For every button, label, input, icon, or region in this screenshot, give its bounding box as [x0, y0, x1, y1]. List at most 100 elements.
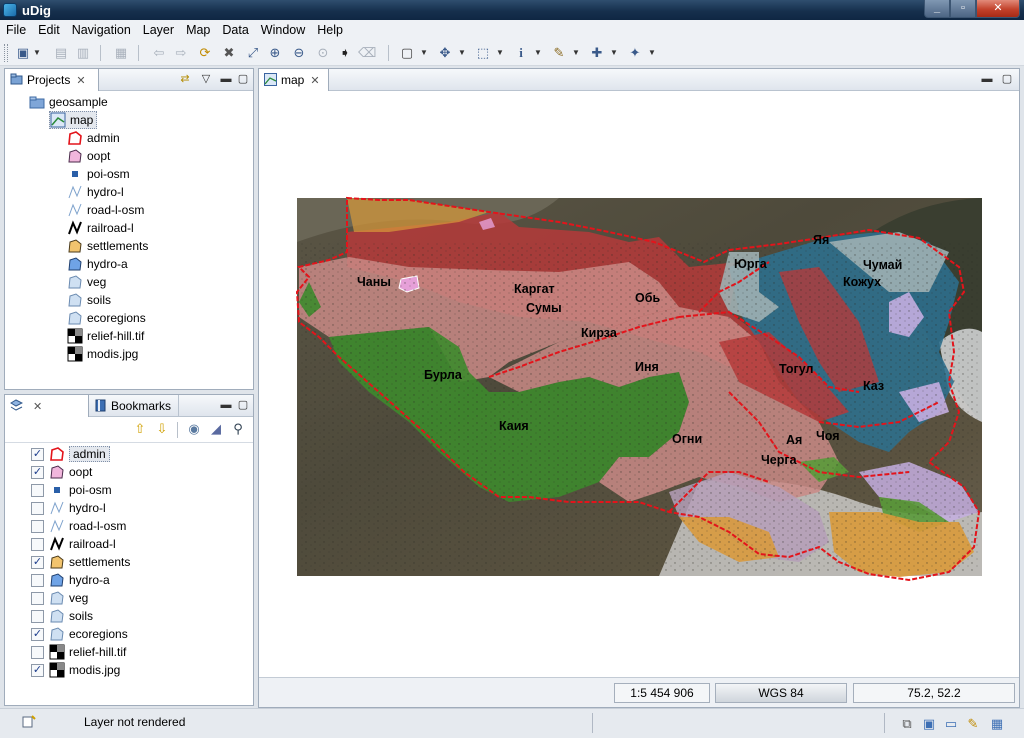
- ruler-icon[interactable]: ◢: [207, 420, 225, 438]
- minimize-view-icon[interactable]: ▬: [220, 72, 232, 86]
- project-layer-item[interactable]: relief-hill.tif: [67, 327, 144, 345]
- layer-row[interactable]: road-l-osm: [31, 517, 126, 535]
- tab-layers[interactable]: ✕: [5, 395, 89, 417]
- map-node[interactable]: map: [49, 111, 98, 129]
- zoom-selection-icon[interactable]: ⊙: [314, 44, 332, 62]
- project-layer-item[interactable]: modis.jpg: [67, 345, 138, 363]
- layer-visibility-checkbox[interactable]: ✓: [31, 663, 44, 677]
- project-layer-item[interactable]: road-l-osm: [67, 201, 144, 219]
- layer-row[interactable]: ✓ settlements: [31, 553, 130, 571]
- map-canvas[interactable]: Чаны Каргат Сумы Обь Кирза Юрга Яя Чумай Кожух Бу…: [259, 92, 1019, 678]
- menu-data[interactable]: Data: [216, 20, 254, 40]
- tab-bookmarks[interactable]: Bookmarks: [89, 395, 179, 417]
- layer-visibility-checkbox[interactable]: [31, 483, 44, 497]
- zoom-extent-icon[interactable]: ⤢: [244, 44, 262, 62]
- menu-file[interactable]: File: [0, 20, 32, 40]
- maximize-view-icon[interactable]: ▢: [237, 72, 249, 86]
- minimize-button[interactable]: _: [924, 0, 950, 18]
- project-layer-item[interactable]: hydro-a: [67, 255, 128, 273]
- clear-icon[interactable]: ⌫: [358, 44, 376, 62]
- project-layer-item[interactable]: railroad-l: [67, 219, 134, 237]
- project-layer-item[interactable]: ecoregions: [67, 309, 146, 327]
- selection-tool-icon[interactable]: ⬚: [474, 44, 492, 62]
- crs-button[interactable]: WGS 84: [715, 683, 847, 703]
- move-down-icon[interactable]: ⇩: [153, 420, 171, 438]
- create-feature-icon[interactable]: ✚: [588, 44, 606, 62]
- layer-visibility-checkbox[interactable]: [31, 573, 44, 587]
- table-icon[interactable]: ▦: [988, 715, 1006, 733]
- info-tool-icon[interactable]: i: [512, 44, 530, 62]
- close-icon[interactable]: ✕: [76, 75, 85, 87]
- layer-visibility-checkbox[interactable]: [31, 609, 44, 623]
- scale-field[interactable]: 1:5 454 906: [614, 683, 710, 703]
- menu-navigation[interactable]: Navigation: [66, 20, 137, 40]
- layer-row[interactable]: ✓ oopt: [31, 463, 92, 481]
- link-icon[interactable]: ⇄: [179, 72, 191, 86]
- layer-row[interactable]: ✓ modis.jpg: [31, 661, 120, 679]
- close-icon[interactable]: ✕: [310, 75, 319, 87]
- maximize-view-icon[interactable]: ▢: [237, 398, 249, 412]
- layer-row[interactable]: ✓ admin: [31, 445, 110, 463]
- catalog-icon[interactable]: ▣: [920, 715, 938, 733]
- pan-tool-icon[interactable]: ✥: [436, 44, 454, 62]
- layer-row[interactable]: relief-hill.tif: [31, 643, 126, 661]
- project-layer-item[interactable]: settlements: [67, 237, 148, 255]
- zoom-out-icon[interactable]: ⊖: [290, 44, 308, 62]
- stop-icon[interactable]: ✖: [220, 44, 238, 62]
- new-icon[interactable]: ▣: [14, 44, 32, 62]
- layer-row[interactable]: poi-osm: [31, 481, 112, 499]
- menu-help[interactable]: Help: [311, 20, 349, 40]
- menu-map[interactable]: Map: [180, 20, 216, 40]
- close-window-button[interactable]: ✕: [976, 0, 1020, 18]
- tool-icon[interactable]: ✎: [964, 715, 982, 733]
- layer-row[interactable]: hydro-l: [31, 499, 106, 517]
- properties-icon[interactable]: ⚲: [229, 420, 247, 438]
- back-icon[interactable]: ⇦: [150, 44, 168, 62]
- maximize-view-icon[interactable]: ▢: [1001, 72, 1013, 86]
- move-up-icon[interactable]: ⇧: [131, 420, 149, 438]
- tab-map[interactable]: map ✕: [259, 69, 329, 91]
- refresh-icon[interactable]: ⟳: [196, 44, 214, 62]
- close-icon[interactable]: ✕: [33, 401, 42, 413]
- layer-visibility-checkbox[interactable]: [31, 537, 44, 551]
- project-layer-item[interactable]: soils: [67, 291, 111, 309]
- project-layer-item[interactable]: oopt: [67, 147, 110, 165]
- selection-dropdown-icon[interactable]: ▼: [496, 44, 504, 62]
- layer-visibility-checkbox[interactable]: [31, 645, 44, 659]
- zoom-tool-icon[interactable]: ▢: [398, 44, 416, 62]
- print-icon[interactable]: ▦: [112, 44, 130, 62]
- menu-edit[interactable]: Edit: [32, 20, 66, 40]
- minimize-view-icon[interactable]: ▬: [220, 398, 232, 412]
- layer-row[interactable]: hydro-a: [31, 571, 110, 589]
- menu-window[interactable]: Window: [255, 20, 311, 40]
- project-layer-item[interactable]: poi-osm: [67, 165, 130, 183]
- project-layer-item[interactable]: admin: [67, 129, 120, 147]
- layer-visibility-checkbox[interactable]: ✓: [31, 555, 44, 569]
- layer-visibility-checkbox[interactable]: [31, 591, 44, 605]
- layer-row[interactable]: soils: [31, 607, 93, 625]
- layer-visibility-checkbox[interactable]: [31, 501, 44, 515]
- project-layer-item[interactable]: hydro-l: [67, 183, 124, 201]
- layer-visibility-checkbox[interactable]: ✓: [31, 465, 44, 479]
- edit-tool-icon[interactable]: ✎: [550, 44, 568, 62]
- minimize-view-icon[interactable]: ▬: [981, 72, 993, 86]
- tab-projects[interactable]: Projects ✕: [5, 69, 99, 91]
- project-layer-item[interactable]: veg: [67, 273, 106, 291]
- layer-visibility-checkbox[interactable]: ✓: [31, 627, 44, 641]
- menu-layer[interactable]: Layer: [137, 20, 180, 40]
- layer-row[interactable]: ✓ ecoregions: [31, 625, 128, 643]
- edit-dropdown-icon[interactable]: ▼: [572, 44, 580, 62]
- view-menu-icon[interactable]: ▽: [200, 72, 212, 86]
- window-icon[interactable]: ▭: [942, 715, 960, 733]
- restore-icon[interactable]: ⧉: [898, 715, 916, 733]
- style-icon[interactable]: ◉: [185, 420, 203, 438]
- pan-tool-dropdown-icon[interactable]: ▼: [458, 44, 466, 62]
- layer-visibility-checkbox[interactable]: ✓: [31, 447, 44, 461]
- layer-visibility-checkbox[interactable]: [31, 519, 44, 533]
- new-dropdown-icon[interactable]: ▼: [33, 44, 41, 62]
- feature-edit-dropdown-icon[interactable]: ▼: [648, 44, 656, 62]
- info-dropdown-icon[interactable]: ▼: [534, 44, 542, 62]
- save-all-icon[interactable]: ▥: [74, 44, 92, 62]
- zoom-tool-dropdown-icon[interactable]: ▼: [420, 44, 428, 62]
- zoom-in-icon[interactable]: ⊕: [266, 44, 284, 62]
